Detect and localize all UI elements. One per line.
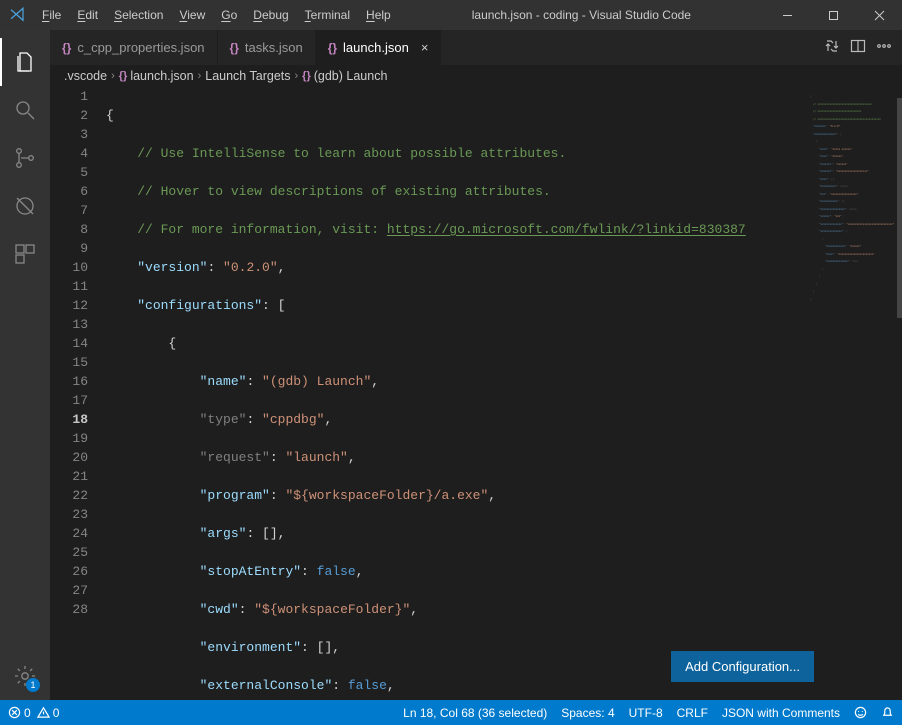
split-editor-icon[interactable] [850,38,866,57]
editor[interactable]: 1234 5678 9101112 13141516 17181920 2122… [50,87,902,700]
minimize-button[interactable] [764,0,810,30]
minimap[interactable]: { // xxxxxxxxxxxxxxxxxxxxxxxxxxxxxxxxxxx… [806,87,902,700]
crumb-label[interactable]: (gdb) Launch [314,69,388,83]
status-spaces[interactable]: Spaces: 4 [561,706,614,720]
minimap-content: { // xxxxxxxxxxxxxxxxxxxxxxxxxxxxxxxxxxx… [810,91,898,306]
chevron-right-icon: › [194,70,206,82]
tab-actions [814,30,902,65]
json-icon: {} [62,41,71,55]
breadcrumbs[interactable]: .vscode › {} launch.json › Launch Target… [50,65,902,87]
status-eol[interactable]: CRLF [677,706,708,720]
feedback-icon[interactable] [854,706,867,719]
add-configuration-button[interactable]: Add Configuration... [671,651,814,682]
json-icon: {} [230,41,239,55]
json-icon: {} [328,41,337,55]
tab-label: launch.json [343,40,409,55]
menu-debug[interactable]: Debug [245,0,296,30]
more-icon[interactable] [876,38,892,57]
status-position[interactable]: Ln 18, Col 68 (36 selected) [403,706,547,720]
menu-selection[interactable]: Selection [106,0,171,30]
tab-label: tasks.json [245,40,303,55]
code-content[interactable]: { // Use IntelliSense to learn about pos… [106,87,806,700]
json-icon: {} [302,70,314,82]
activity-scm[interactable] [0,134,50,182]
editor-area: {} c_cpp_properties.json {} tasks.json {… [50,30,902,700]
settings-badge: 1 [26,678,40,692]
activity-search[interactable] [0,86,50,134]
title-bar: File Edit Selection View Go Debug Termin… [0,0,902,30]
activity-extensions[interactable] [0,230,50,278]
menu-help[interactable]: Help [358,0,399,30]
chevron-right-icon: › [107,70,119,82]
maximize-button[interactable] [810,0,856,30]
tab-c-cpp-properties[interactable]: {} c_cpp_properties.json [50,30,218,65]
json-icon: {} [119,70,131,82]
crumb-label[interactable]: Launch Targets [205,69,290,83]
window-title: launch.json - coding - Visual Studio Cod… [399,8,764,22]
tab-launch[interactable]: {} launch.json × [316,30,442,65]
close-button[interactable] [856,0,902,30]
status-errors[interactable]: 0 [8,706,31,720]
menu-terminal[interactable]: Terminal [297,0,358,30]
status-bar: 0 0 Ln 18, Col 68 (36 selected) Spaces: … [0,700,902,725]
tab-label: c_cpp_properties.json [77,40,204,55]
status-warnings[interactable]: 0 [37,706,60,720]
menu-bar: File Edit Selection View Go Debug Termin… [34,0,399,30]
crumb-label[interactable]: launch.json [130,69,193,83]
compare-changes-icon[interactable] [824,38,840,57]
status-encoding[interactable]: UTF-8 [629,706,663,720]
tab-tasks[interactable]: {} tasks.json [218,30,316,65]
status-language[interactable]: JSON with Comments [722,706,840,720]
activity-settings[interactable]: 1 [0,652,50,700]
scrollbar-thumb[interactable] [897,98,902,318]
app-icon [0,6,34,24]
activity-explorer[interactable] [0,38,50,86]
line-gutter: 1234 5678 9101112 13141516 17181920 2122… [50,87,106,700]
crumb-label[interactable]: .vscode [64,69,107,83]
close-icon[interactable]: × [415,40,429,55]
menu-file[interactable]: File [34,0,69,30]
activity-bar: 1 [0,30,50,700]
window-controls [764,0,902,30]
chevron-right-icon: › [291,70,303,82]
notifications-icon[interactable] [881,706,894,719]
activity-debug[interactable] [0,182,50,230]
main-area: 1 {} c_cpp_properties.json {} tasks.json… [0,30,902,700]
menu-go[interactable]: Go [213,0,245,30]
tabs-row: {} c_cpp_properties.json {} tasks.json {… [50,30,902,65]
menu-edit[interactable]: Edit [69,0,106,30]
menu-view[interactable]: View [171,0,213,30]
